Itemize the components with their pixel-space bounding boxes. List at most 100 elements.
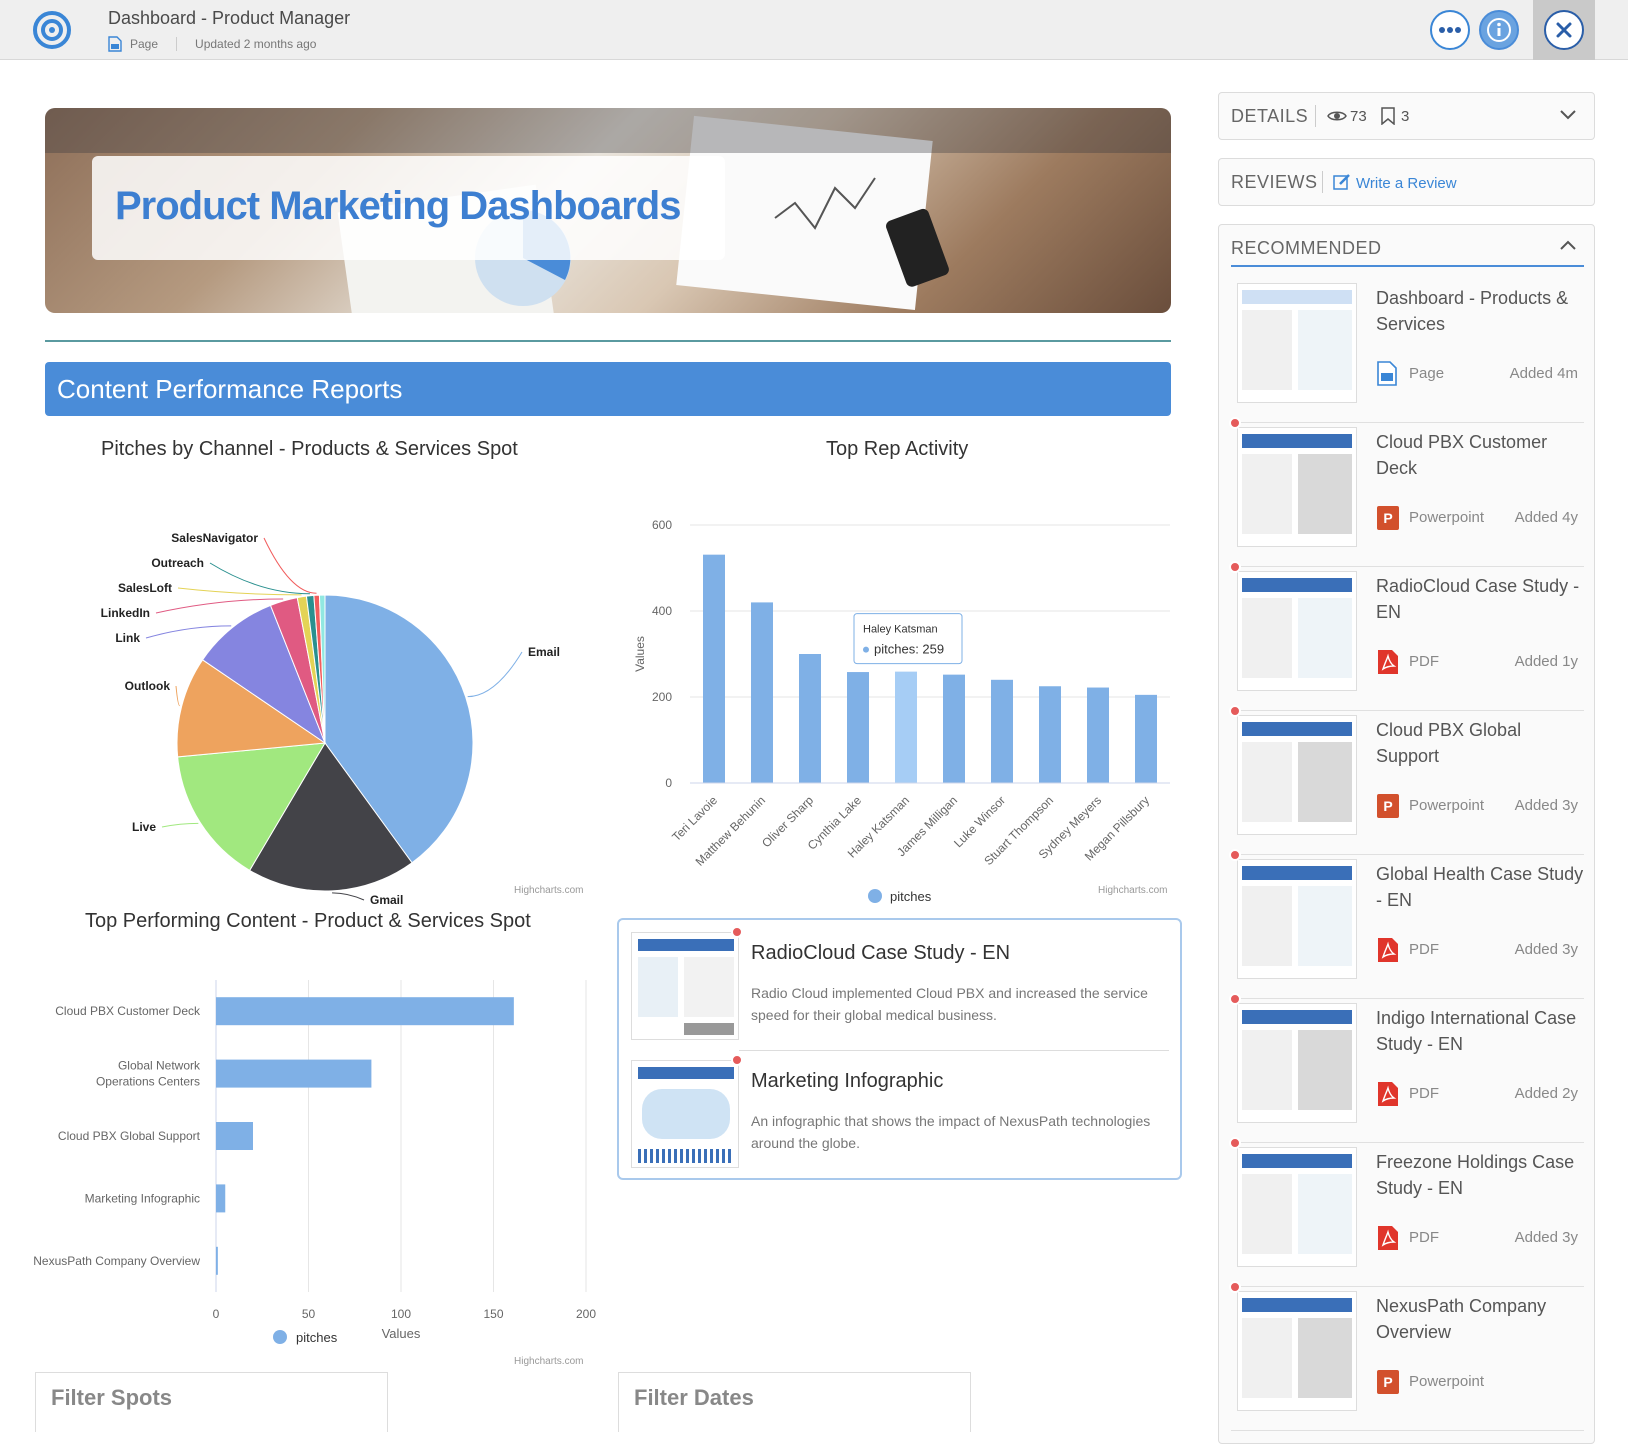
- pie-label: SalesNavigator: [171, 531, 258, 545]
- details-panel[interactable]: DETAILS 73 3: [1218, 92, 1595, 140]
- pie-chart-title: Pitches by Channel - Products & Services…: [101, 438, 518, 460]
- hbar-nexuspath-company-overview[interactable]: [216, 1246, 218, 1275]
- recommended-title[interactable]: Freezone Holdings Case Study - EN: [1376, 1149, 1586, 1201]
- bar-chart-credit[interactable]: Highcharts.com: [1098, 885, 1167, 896]
- recommended-thumbnail[interactable]: [1237, 715, 1357, 835]
- pie-label: Outlook: [125, 679, 171, 693]
- recommended-title[interactable]: Global Health Case Study - EN: [1376, 861, 1586, 913]
- recommended-item[interactable]: NexusPath Company Overview P Powerpoint: [1229, 1281, 1586, 1431]
- y-axis-label: Values: [633, 636, 647, 672]
- recommended-item[interactable]: Cloud PBX Global Support P Powerpoint Added…: [1229, 705, 1586, 855]
- filter-spots-title[interactable]: Filter Spots: [51, 1385, 172, 1411]
- x-tick-label: 50: [302, 1307, 316, 1321]
- content-description: An infographic that shows the impact of …: [751, 1113, 1151, 1151]
- chevron-down-icon[interactable]: [1559, 109, 1577, 121]
- filter-spots-panel: Filter Spots: [35, 1372, 388, 1432]
- reviews-panel: REVIEWS Write a Review: [1218, 158, 1595, 206]
- top-content-chart[interactable]: 0 50 100 150 200 Values Cloud PBX Customer Dec…: [30, 940, 600, 1350]
- content-title[interactable]: Marketing Infographic: [751, 1070, 943, 1093]
- pdf-icon: [1378, 938, 1398, 962]
- recommended-title[interactable]: RadioCloud Case Study - EN: [1376, 573, 1586, 625]
- recommended-title[interactable]: Dashboard - Products & Services: [1376, 285, 1586, 337]
- hbar-global-network-operations-centers[interactable]: [216, 1059, 372, 1088]
- recommended-type: PDF: [1409, 941, 1439, 958]
- hbar-cloud-pbx-global-support[interactable]: [216, 1122, 253, 1150]
- pie-connector: [332, 892, 365, 901]
- content-item[interactable]: Marketing Infographic An infographic tha…: [631, 1054, 1171, 1178]
- more-options-button[interactable]: [1430, 10, 1470, 50]
- pie-label: Link: [115, 631, 140, 645]
- hbar-chart-credit[interactable]: Highcharts.com: [514, 1356, 583, 1367]
- svg-text:P: P: [1383, 510, 1392, 526]
- rep-activity-chart[interactable]: 0200400600ValuesTeri LavoieMatthew Behun…: [620, 460, 1180, 940]
- app-logo-icon[interactable]: [32, 10, 72, 50]
- pie-label: Email: [528, 645, 560, 659]
- bar-james-milligan[interactable]: [943, 674, 965, 783]
- recommended-title[interactable]: Cloud PBX Global Support: [1376, 717, 1586, 769]
- recommended-thumbnail[interactable]: [1237, 283, 1357, 403]
- content-title[interactable]: RadioCloud Case Study - EN: [751, 942, 1010, 965]
- recommended-thumbnail[interactable]: [1237, 571, 1357, 691]
- section-title: Content Performance Reports: [57, 374, 403, 404]
- filter-dates-panel: Filter Dates: [618, 1372, 971, 1432]
- content-list-card: RadioCloud Case Study - EN Radio Cloud i…: [617, 918, 1182, 1180]
- pie-chart-credit[interactable]: Highcharts.com: [514, 885, 583, 896]
- bar-oliver-sharp[interactable]: [799, 654, 821, 783]
- content-thumbnail[interactable]: [631, 932, 739, 1040]
- bar-teri-lavoie[interactable]: [703, 554, 725, 783]
- recommended-type: PDF: [1409, 653, 1439, 670]
- bar-luke-winsor[interactable]: [991, 679, 1013, 783]
- recommended-thumbnail[interactable]: [1237, 427, 1357, 547]
- write-review-link[interactable]: Write a Review: [1356, 175, 1457, 192]
- close-icon: [1556, 22, 1572, 38]
- page-meta: Page Updated 2 months ago: [108, 36, 316, 52]
- filter-dates-title[interactable]: Filter Dates: [634, 1385, 754, 1411]
- legend-label[interactable]: pitches: [890, 889, 932, 904]
- hbar-marketing-infographic[interactable]: [216, 1184, 226, 1213]
- recommended-thumbnail[interactable]: [1237, 1147, 1357, 1267]
- chevron-up-icon[interactable]: [1559, 239, 1577, 251]
- legend-marker[interactable]: [273, 1330, 287, 1344]
- content-thumbnail[interactable]: [631, 1060, 739, 1168]
- new-indicator: [1229, 849, 1241, 861]
- content-item[interactable]: RadioCloud Case Study - EN Radio Cloud i…: [631, 926, 1171, 1050]
- info-button[interactable]: [1479, 10, 1519, 50]
- recommended-type: Powerpoint: [1409, 509, 1485, 526]
- svg-text:P: P: [1383, 798, 1392, 814]
- section-header: Content Performance Reports: [45, 362, 1171, 416]
- top-bar: Dashboard - Product Manager Page Updated…: [0, 0, 1628, 60]
- recommended-item[interactable]: Cloud PBX Customer Deck P Powerpoint Added …: [1229, 417, 1586, 567]
- recommended-title[interactable]: NexusPath Company Overview: [1376, 1293, 1586, 1345]
- updated-label: Updated 2 months ago: [195, 37, 317, 51]
- hero-title: Product Marketing Dashboards: [115, 184, 681, 228]
- hero-banner: Product Marketing Dashboards: [45, 108, 1171, 313]
- bar-matthew-behunin[interactable]: [751, 602, 773, 783]
- edit-icon[interactable]: [1333, 173, 1351, 191]
- recommended-item[interactable]: Global Health Case Study - EN PDF Added 3y: [1229, 849, 1586, 999]
- hbar-cloud-pbx-customer-deck[interactable]: [216, 997, 514, 1026]
- bar-stuart-thompson[interactable]: [1039, 686, 1061, 783]
- recommended-title[interactable]: Cloud PBX Customer Deck: [1376, 429, 1586, 481]
- pie-label: Outreach: [151, 556, 204, 570]
- recommended-title[interactable]: Indigo International Case Study - EN: [1376, 1005, 1586, 1057]
- close-button[interactable]: [1544, 10, 1584, 50]
- bar-cynthia-lake[interactable]: [847, 672, 869, 783]
- legend-label[interactable]: pitches: [296, 1330, 338, 1345]
- recommended-item[interactable]: RadioCloud Case Study - EN PDF Added 1y: [1229, 561, 1586, 711]
- bar-haley-katsman[interactable]: [895, 671, 917, 783]
- tooltip-name: Haley Katsman: [863, 624, 938, 636]
- recommended-item[interactable]: Indigo International Case Study - EN PDF A…: [1229, 993, 1586, 1143]
- recommended-thumbnail[interactable]: [1237, 1291, 1357, 1411]
- bar-megan-pillsbury[interactable]: [1135, 694, 1157, 783]
- page-title: Dashboard - Product Manager: [108, 8, 351, 28]
- recommended-item[interactable]: Dashboard - Products & Services Page Added…: [1231, 273, 1584, 423]
- recommended-thumbnail[interactable]: [1237, 859, 1357, 979]
- x-tick-label: 150: [483, 1307, 503, 1321]
- y-tick-label: 0: [665, 776, 672, 790]
- recommended-item[interactable]: Freezone Holdings Case Study - EN PDF Adde…: [1229, 1137, 1586, 1287]
- ellipsis-icon: [1439, 27, 1461, 33]
- y-tick-label: Cloud PBX Customer Deck: [55, 1004, 201, 1018]
- legend-marker[interactable]: [868, 889, 882, 903]
- bar-sydney-meyers[interactable]: [1087, 687, 1109, 783]
- recommended-thumbnail[interactable]: [1237, 1003, 1357, 1123]
